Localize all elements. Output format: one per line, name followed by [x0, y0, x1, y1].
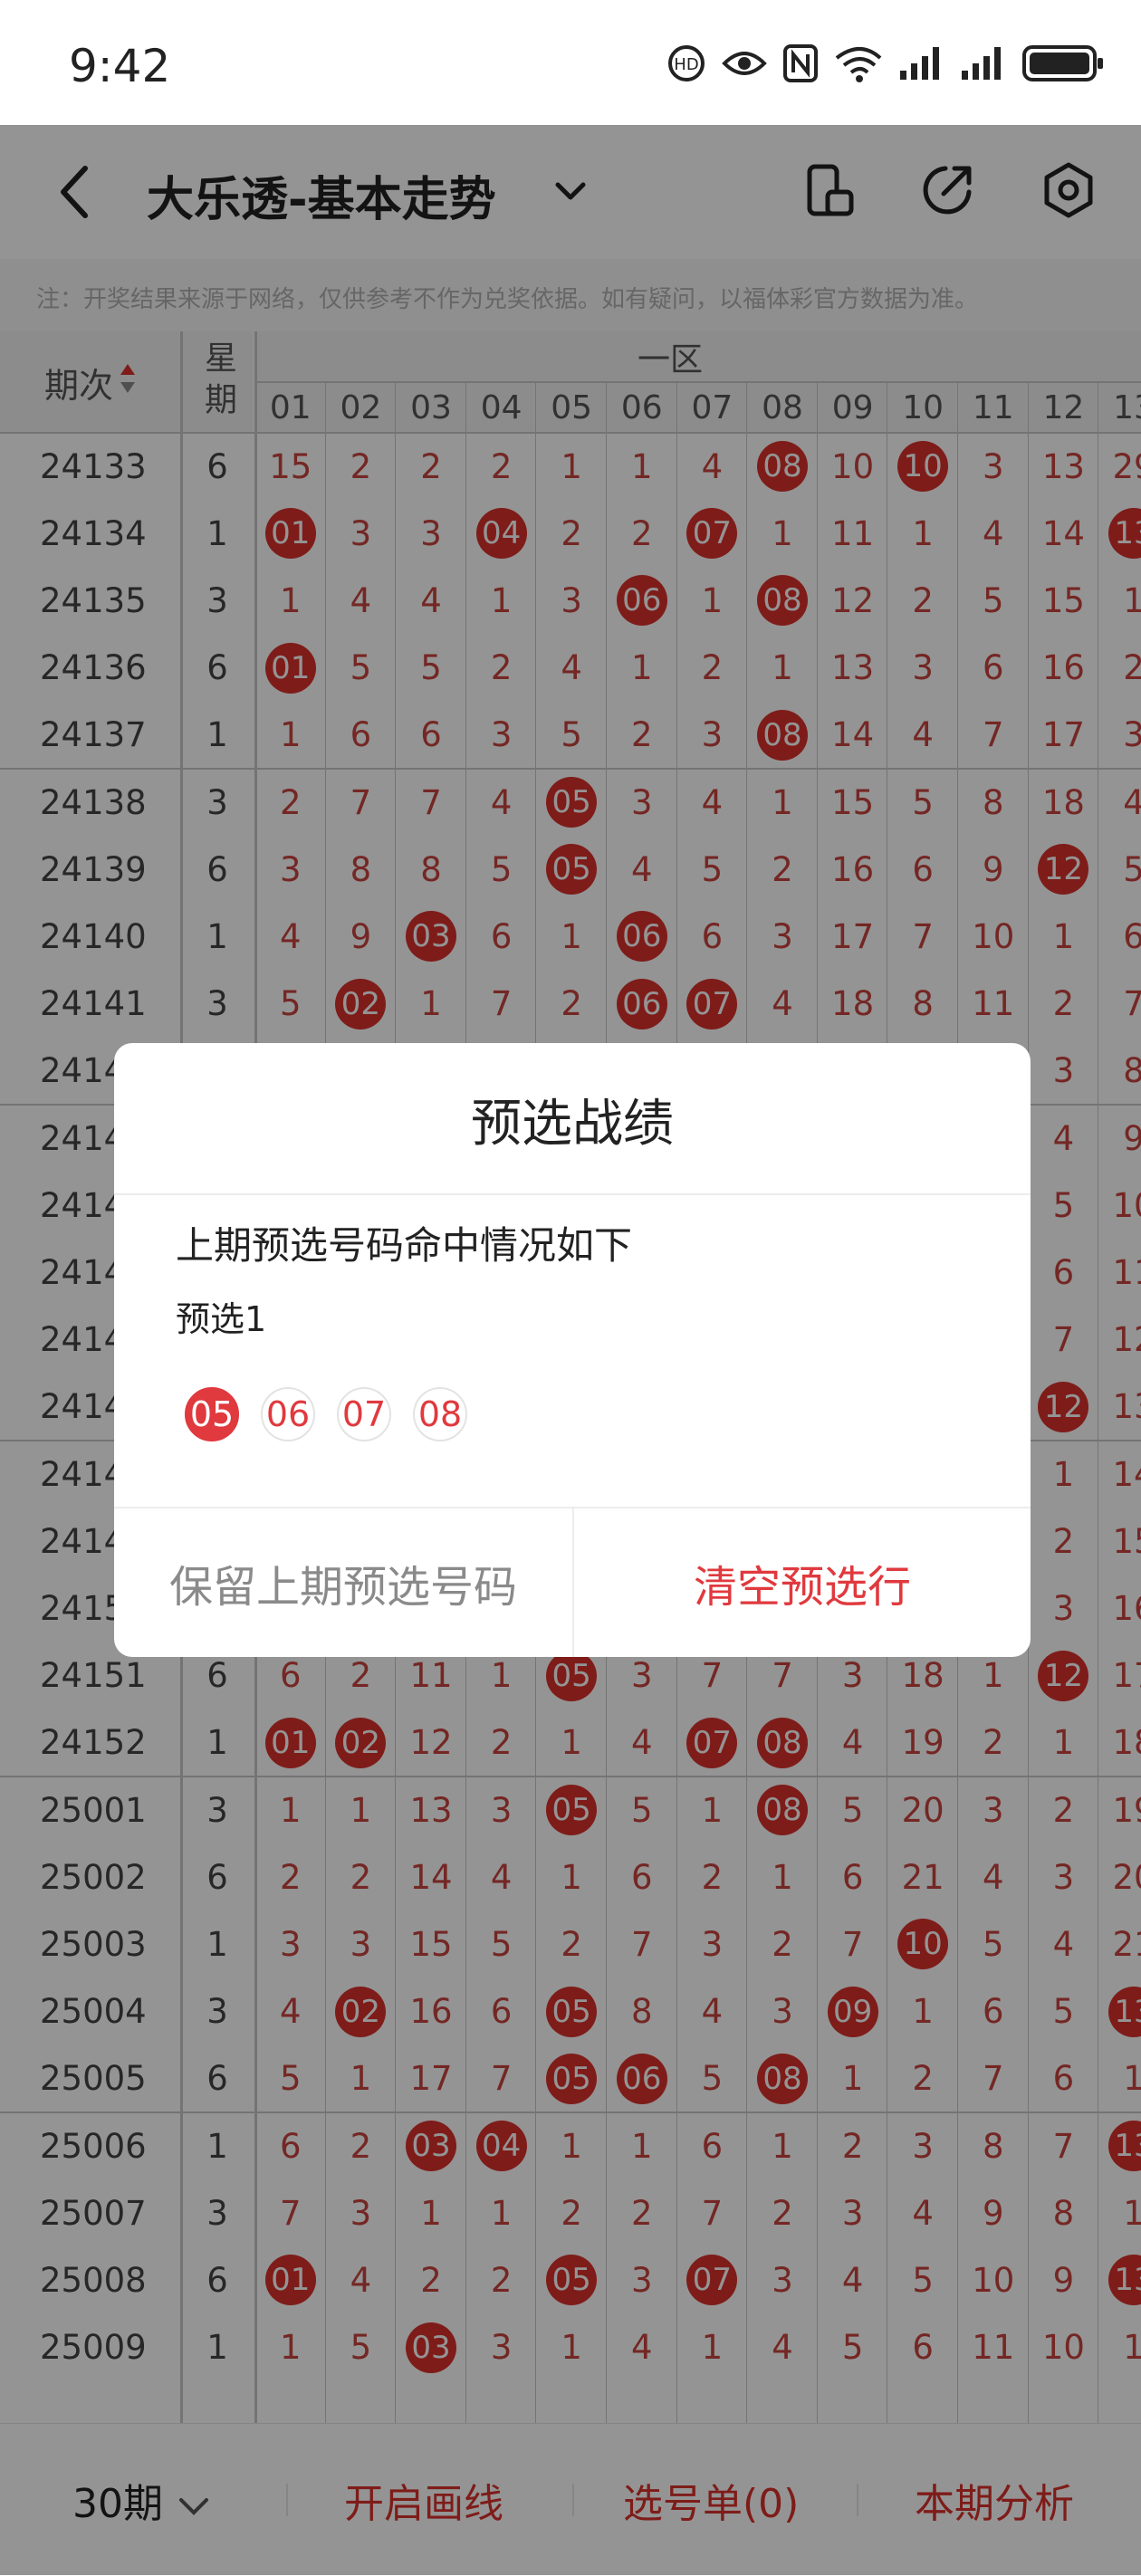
hd-call-icon: HD [666, 43, 706, 83]
signal-icon [898, 45, 945, 81]
preselect-ball: 08 [413, 1387, 467, 1441]
signal-icon [960, 45, 1007, 81]
dialog-subtitle: 上期预选号码命中情况如下 [176, 1223, 633, 1268]
preselect-result-dialog: 预选战绩 上期预选号码命中情况如下 预选1 05 06 07 08 保留上期预选号码 … [114, 1043, 1031, 1657]
preselect-ball: 06 [261, 1387, 315, 1441]
keep-previous-button[interactable]: 保留上期预选号码 [114, 1508, 572, 1657]
status-time: 9:42 [69, 40, 171, 92]
wifi-6-icon [833, 43, 884, 83]
battery-icon [1021, 43, 1105, 83]
eye-comfort-icon [721, 45, 768, 81]
status-icons: HD [666, 43, 1105, 83]
preselect-group-label: 预选1 [176, 1299, 267, 1339]
divider [114, 1193, 1031, 1195]
preselect-ball: 07 [337, 1387, 391, 1441]
preselect-balls: 05 06 07 08 [185, 1387, 467, 1441]
dialog-title: 预选战绩 [471, 1095, 674, 1154]
svg-text:HD: HD [674, 55, 698, 74]
preselect-ball-hit: 05 [185, 1387, 239, 1441]
nfc-icon [782, 43, 819, 83]
status-bar: 9:42 HD [0, 0, 1141, 125]
clear-preselect-button[interactable]: 清空预选行 [574, 1508, 1031, 1657]
